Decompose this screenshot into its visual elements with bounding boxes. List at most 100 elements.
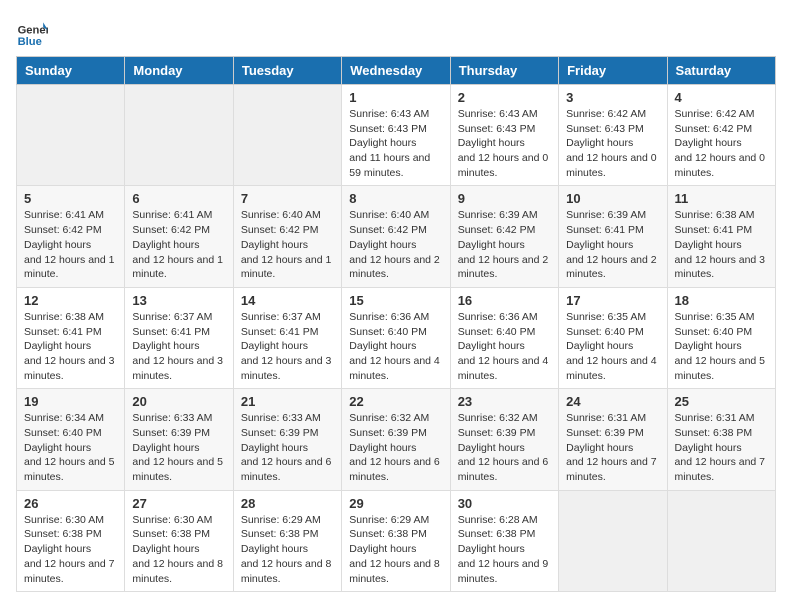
calendar-day-cell: 25Sunrise: 6:31 AMSunset: 6:38 PMDayligh…	[667, 389, 775, 490]
day-number: 7	[241, 191, 334, 206]
day-detail: Sunrise: 6:37 AMSunset: 6:41 PMDaylight …	[241, 310, 334, 383]
day-detail: Sunrise: 6:41 AMSunset: 6:42 PMDaylight …	[132, 208, 225, 281]
day-number: 4	[675, 90, 768, 105]
day-number: 21	[241, 394, 334, 409]
calendar-day-cell: 23 Sunrise: 6:32 AMSunset: 6:39 PMDayligh…	[450, 389, 558, 490]
day-number: 8	[349, 191, 442, 206]
day-number: 10	[566, 191, 659, 206]
calendar-week-row: 26 Sunrise: 6:30 AMSunset: 6:38 PMDayligh…	[17, 490, 776, 591]
calendar-day-cell: 6 Sunrise: 6:41 AMSunset: 6:42 PMDaylight…	[125, 186, 233, 287]
day-detail: Sunrise: 6:37 AMSunset: 6:41 PMDaylight …	[132, 310, 225, 383]
day-number: 6	[132, 191, 225, 206]
day-detail: Sunrise: 6:29 AMSunset: 6:38 PMDaylight …	[241, 513, 334, 586]
calendar-day-cell: 27 Sunrise: 6:30 AMSunset: 6:38 PMDayligh…	[125, 490, 233, 591]
calendar-header-cell: Friday	[559, 57, 667, 85]
svg-text:Blue: Blue	[18, 36, 42, 48]
calendar-day-cell: 14 Sunrise: 6:37 AMSunset: 6:41 PMDayligh…	[233, 287, 341, 388]
calendar-day-cell: 7 Sunrise: 6:40 AMSunset: 6:42 PMDaylight…	[233, 186, 341, 287]
day-detail: Sunrise: 6:32 AMSunset: 6:39 PMDaylight …	[349, 411, 442, 484]
logo: General Blue	[16, 16, 48, 48]
calendar-day-cell: 19 Sunrise: 6:34 AMSunset: 6:40 PMDayligh…	[17, 389, 125, 490]
calendar-day-cell: 30Sunrise: 6:28 AMSunset: 6:38 PMDayligh…	[450, 490, 558, 591]
day-number: 1	[349, 90, 442, 105]
day-detail: Sunrise: 6:43 AMSunset: 6:43 PMDaylight …	[349, 107, 442, 180]
calendar-day-cell: 9 Sunrise: 6:39 AMSunset: 6:42 PMDaylight…	[450, 186, 558, 287]
calendar-day-cell: 1 Sunrise: 6:43 AMSunset: 6:43 PMDaylight…	[342, 85, 450, 186]
logo-icon: General Blue	[16, 16, 48, 48]
day-number: 29	[349, 496, 442, 511]
day-number: 3	[566, 90, 659, 105]
day-number: 28	[241, 496, 334, 511]
day-number: 18	[675, 293, 768, 308]
calendar-week-row: 5 Sunrise: 6:41 AMSunset: 6:42 PMDaylight…	[17, 186, 776, 287]
day-detail: Sunrise: 6:38 AMSunset: 6:41 PMDaylight …	[24, 310, 117, 383]
day-detail: Sunrise: 6:40 AMSunset: 6:42 PMDaylight …	[241, 208, 334, 281]
day-number: 15	[349, 293, 442, 308]
day-detail: Sunrise: 6:28 AMSunset: 6:38 PMDaylight …	[458, 513, 551, 586]
calendar-week-row: 12 Sunrise: 6:38 AMSunset: 6:41 PMDayligh…	[17, 287, 776, 388]
calendar-day-cell: 20 Sunrise: 6:33 AMSunset: 6:39 PMDayligh…	[125, 389, 233, 490]
calendar-week-row: 1 Sunrise: 6:43 AMSunset: 6:43 PMDaylight…	[17, 85, 776, 186]
calendar-day-cell: 29 Sunrise: 6:29 AMSunset: 6:38 PMDayligh…	[342, 490, 450, 591]
day-number: 14	[241, 293, 334, 308]
day-detail: Sunrise: 6:31 AMSunset: 6:38 PMDaylight …	[675, 411, 768, 484]
calendar-day-cell: 28 Sunrise: 6:29 AMSunset: 6:38 PMDayligh…	[233, 490, 341, 591]
day-detail: Sunrise: 6:40 AMSunset: 6:42 PMDaylight …	[349, 208, 442, 281]
day-number: 9	[458, 191, 551, 206]
day-detail: Sunrise: 6:36 AMSunset: 6:40 PMDaylight …	[458, 310, 551, 383]
calendar-day-cell: 5Sunrise: 6:41 AMSunset: 6:42 PMDaylight…	[17, 186, 125, 287]
calendar-empty-cell	[559, 490, 667, 591]
day-number: 5	[24, 191, 117, 206]
day-detail: Sunrise: 6:42 AMSunset: 6:43 PMDaylight …	[566, 107, 659, 180]
calendar-day-cell: 2Sunrise: 6:43 AMSunset: 6:43 PMDaylight…	[450, 85, 558, 186]
calendar-header-cell: Tuesday	[233, 57, 341, 85]
calendar-header-cell: Saturday	[667, 57, 775, 85]
day-detail: Sunrise: 6:35 AMSunset: 6:40 PMDaylight …	[675, 310, 768, 383]
calendar-day-cell: 17 Sunrise: 6:35 AMSunset: 6:40 PMDayligh…	[559, 287, 667, 388]
day-number: 20	[132, 394, 225, 409]
day-number: 22	[349, 394, 442, 409]
day-detail: Sunrise: 6:33 AMSunset: 6:39 PMDaylight …	[132, 411, 225, 484]
day-number: 27	[132, 496, 225, 511]
day-number: 19	[24, 394, 117, 409]
calendar-header-row: SundayMondayTuesdayWednesdayThursdayFrid…	[17, 57, 776, 85]
day-number: 23	[458, 394, 551, 409]
calendar-day-cell: 26 Sunrise: 6:30 AMSunset: 6:38 PMDayligh…	[17, 490, 125, 591]
day-detail: Sunrise: 6:38 AMSunset: 6:41 PMDaylight …	[675, 208, 768, 281]
calendar-header-cell: Wednesday	[342, 57, 450, 85]
calendar-day-cell: 4Sunrise: 6:42 AMSunset: 6:42 PMDaylight…	[667, 85, 775, 186]
day-detail: Sunrise: 6:30 AMSunset: 6:38 PMDaylight …	[24, 513, 117, 586]
day-detail: Sunrise: 6:32 AMSunset: 6:39 PMDaylight …	[458, 411, 551, 484]
day-number: 26	[24, 496, 117, 511]
day-detail: Sunrise: 6:30 AMSunset: 6:38 PMDaylight …	[132, 513, 225, 586]
day-detail: Sunrise: 6:31 AMSunset: 6:39 PMDaylight …	[566, 411, 659, 484]
calendar-day-cell: 18 Sunrise: 6:35 AMSunset: 6:40 PMDayligh…	[667, 287, 775, 388]
header: General Blue	[16, 16, 776, 48]
calendar-day-cell: 11 Sunrise: 6:38 AMSunset: 6:41 PMDayligh…	[667, 186, 775, 287]
calendar-day-cell: 15Sunrise: 6:36 AMSunset: 6:40 PMDayligh…	[342, 287, 450, 388]
day-detail: Sunrise: 6:35 AMSunset: 6:40 PMDaylight …	[566, 310, 659, 383]
day-number: 17	[566, 293, 659, 308]
calendar-header-cell: Sunday	[17, 57, 125, 85]
day-number: 13	[132, 293, 225, 308]
day-detail: Sunrise: 6:33 AMSunset: 6:39 PMDaylight …	[241, 411, 334, 484]
calendar-day-cell: 13 Sunrise: 6:37 AMSunset: 6:41 PMDayligh…	[125, 287, 233, 388]
calendar-day-cell: 3 Sunrise: 6:42 AMSunset: 6:43 PMDaylight…	[559, 85, 667, 186]
calendar-day-cell: 22 Sunrise: 6:32 AMSunset: 6:39 PMDayligh…	[342, 389, 450, 490]
day-number: 24	[566, 394, 659, 409]
calendar-day-cell: 10 Sunrise: 6:39 AMSunset: 6:41 PMDayligh…	[559, 186, 667, 287]
calendar-body: 1 Sunrise: 6:43 AMSunset: 6:43 PMDaylight…	[17, 85, 776, 592]
calendar-header-cell: Monday	[125, 57, 233, 85]
day-number: 11	[675, 191, 768, 206]
calendar-day-cell: 21 Sunrise: 6:33 AMSunset: 6:39 PMDayligh…	[233, 389, 341, 490]
calendar-week-row: 19 Sunrise: 6:34 AMSunset: 6:40 PMDayligh…	[17, 389, 776, 490]
calendar-empty-cell	[667, 490, 775, 591]
calendar-day-cell: 8 Sunrise: 6:40 AMSunset: 6:42 PMDaylight…	[342, 186, 450, 287]
day-detail: Sunrise: 6:34 AMSunset: 6:40 PMDaylight …	[24, 411, 117, 484]
calendar-table: SundayMondayTuesdayWednesdayThursdayFrid…	[16, 56, 776, 592]
day-number: 12	[24, 293, 117, 308]
calendar-day-cell: 12 Sunrise: 6:38 AMSunset: 6:41 PMDayligh…	[17, 287, 125, 388]
day-detail: Sunrise: 6:29 AMSunset: 6:38 PMDaylight …	[349, 513, 442, 586]
day-detail: Sunrise: 6:39 AMSunset: 6:42 PMDaylight …	[458, 208, 551, 281]
day-detail: Sunrise: 6:39 AMSunset: 6:41 PMDaylight …	[566, 208, 659, 281]
